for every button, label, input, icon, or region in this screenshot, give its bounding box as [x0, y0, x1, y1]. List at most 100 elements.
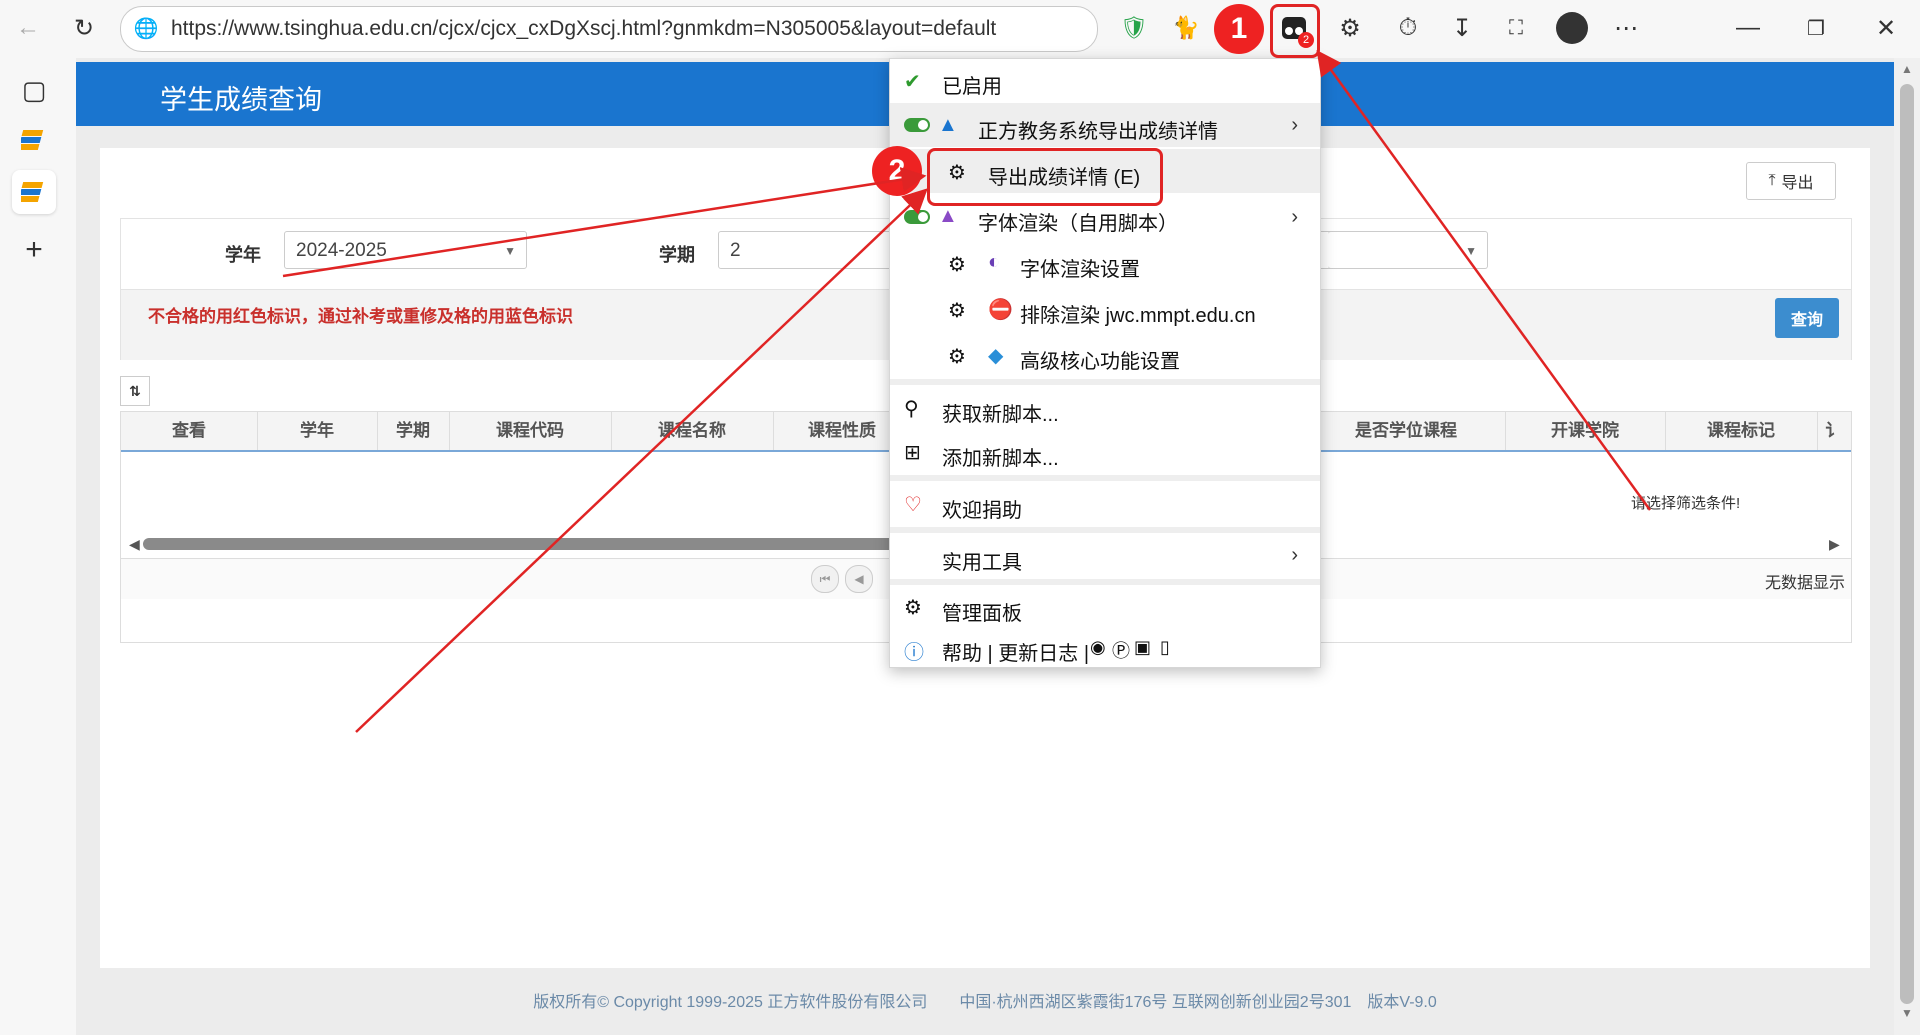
- vertical-scrollbar[interactable]: ▲ ▼: [1894, 58, 1920, 1035]
- cat-extension-icon[interactable]: 🐈: [1168, 10, 1204, 46]
- menu-item-font-settings[interactable]: ⚙ ◐ 字体渲染设置: [890, 241, 1320, 285]
- column-header[interactable]: 课程名称: [611, 412, 774, 450]
- chevron-right-icon: ›: [1291, 544, 1298, 566]
- app-icon-1[interactable]: [12, 118, 56, 162]
- scroll-down-icon[interactable]: ▼: [1901, 1006, 1913, 1020]
- toggle-on-icon[interactable]: [904, 118, 930, 132]
- menu-label: 排除渲染 jwc.mmpt.edu.cn: [1020, 305, 1256, 327]
- gear-icon: ⚙: [948, 346, 966, 368]
- chevron-right-icon: ›: [1291, 114, 1298, 136]
- menu-divider: [890, 475, 1320, 481]
- github-icon[interactable]: ◉: [1090, 637, 1106, 658]
- highlight-box-tampermonkey: [1270, 4, 1320, 58]
- scroll-up-icon[interactable]: ▲: [1901, 62, 1913, 76]
- prev-page-icon[interactable]: ◀: [845, 565, 873, 593]
- horizontal-scrollbar[interactable]: [143, 538, 903, 550]
- menu-item-script1[interactable]: ▲ 正方教务系统导出成绩详情 ›: [890, 103, 1320, 147]
- scroll-right-icon[interactable]: ▶: [1829, 536, 1840, 553]
- more-icon[interactable]: ⋯: [1608, 10, 1644, 46]
- menu-label: 已启用: [942, 76, 1002, 98]
- column-header[interactable]: 学期: [377, 412, 450, 450]
- menu-divider: [890, 527, 1320, 533]
- download-icon[interactable]: ↧: [1444, 10, 1480, 46]
- empty-message: 请选择筛选条件!: [1631, 495, 1741, 512]
- info-icon: ⓘ: [904, 642, 924, 664]
- history-icon[interactable]: ⏱: [1390, 10, 1426, 46]
- no-entry-icon: ⛔: [988, 299, 1013, 321]
- gear-icon: ⚙: [904, 597, 922, 619]
- column-header[interactable]: 课程标记: [1665, 412, 1818, 450]
- chevron-down-icon: ▼: [1465, 244, 1477, 258]
- menu-label: 添加新脚本...: [942, 448, 1059, 470]
- diamond-icon: ◆: [988, 345, 1004, 367]
- page-title: 学生成绩查询: [160, 85, 322, 115]
- menu-item-help[interactable]: ⓘ 帮助 | 更新日志 | ◉ Ⓟ ▣ ▯: [890, 629, 1320, 667]
- step-badge-2: 2: [872, 146, 922, 196]
- back-icon[interactable]: ←: [10, 10, 46, 46]
- menu-item-advanced[interactable]: ⚙ ◆ 高级核心功能设置: [890, 333, 1320, 377]
- menu-label: 字体渲染设置: [1020, 259, 1140, 281]
- no-data-text: 无数据显示: [1764, 575, 1845, 592]
- column-header[interactable]: 学年: [257, 412, 378, 450]
- highlight-box-export: [927, 148, 1163, 206]
- menu-divider: [890, 379, 1320, 385]
- menu-item-add-script[interactable]: ⊞ 添加新脚本...: [890, 431, 1320, 473]
- step-badge-1: 1: [1214, 4, 1264, 54]
- export-button[interactable]: ⤒ 导出: [1746, 162, 1836, 200]
- shield-icon[interactable]: 🛡: [1116, 10, 1152, 46]
- menu-item-dashboard[interactable]: ⚙ 管理面板: [890, 587, 1320, 627]
- sort-icon[interactable]: ⇅: [120, 376, 150, 406]
- menu-item-utilities[interactable]: 实用工具 ›: [890, 535, 1320, 577]
- app-glyph: [21, 182, 44, 202]
- column-header[interactable]: 查看: [121, 412, 258, 450]
- add-icon[interactable]: +: [12, 228, 56, 272]
- screenshot-icon[interactable]: ⛶: [1498, 10, 1534, 46]
- chevron-right-icon: ›: [1291, 206, 1298, 228]
- extensions-icon[interactable]: ⚙: [1332, 10, 1368, 46]
- menu-item-donate[interactable]: ♡ 欢迎捐助: [890, 483, 1320, 525]
- instagram-icon[interactable]: ▣: [1134, 637, 1151, 658]
- menu-divider: [890, 579, 1320, 585]
- menu-label: 正方教务系统导出成绩详情: [978, 121, 1218, 143]
- scroll-left-icon[interactable]: ◀: [129, 536, 140, 553]
- browser-toolbar: ← ↻ 🌐 https://www.tsinghua.edu.cn/cjcx/c…: [0, 0, 1920, 58]
- notice-text: 不合格的用红色标识，通过补考或重修及格的用蓝色标识: [148, 307, 573, 326]
- minimize-icon[interactable]: —: [1730, 10, 1766, 46]
- export-label: 导出: [1781, 175, 1814, 192]
- check-icon: ✔: [904, 71, 921, 93]
- restore-icon[interactable]: ❐: [1798, 10, 1834, 46]
- year-label: 学年: [225, 245, 261, 265]
- add-box-icon: ⊞: [904, 442, 921, 464]
- year-select[interactable]: 2024-2025 ▼: [284, 231, 527, 269]
- page-footer: 版权所有© Copyright 1999-2025 正方软件股份有限公司 中国·…: [533, 994, 1437, 1011]
- column-header[interactable]: 讠: [1817, 412, 1851, 450]
- facebook-icon[interactable]: Ⓟ: [1112, 637, 1130, 663]
- other-select[interactable]: ▼: [1328, 231, 1488, 269]
- close-icon[interactable]: ✕: [1868, 10, 1904, 46]
- browser-sidebar: ▢ +: [0, 58, 68, 1035]
- menu-item-enabled[interactable]: ✔ 已启用: [890, 59, 1320, 101]
- first-page-icon[interactable]: ⏮: [811, 565, 839, 593]
- column-header[interactable]: 课程代码: [449, 412, 612, 450]
- heart-icon: ♡: [904, 494, 922, 516]
- menu-item-get-scripts[interactable]: ⚲ 获取新脚本...: [890, 387, 1320, 429]
- term-label: 学期: [659, 245, 695, 265]
- phone-icon[interactable]: ▯: [1160, 637, 1170, 658]
- toggle-on-icon[interactable]: [904, 210, 930, 224]
- menu-item-exclude-render[interactable]: ⚙ ⛔ 排除渲染 jwc.mmpt.edu.cn: [890, 287, 1320, 331]
- tab-actions-icon[interactable]: ▢: [12, 68, 56, 112]
- app-icon-2[interactable]: [12, 170, 56, 214]
- menu-label: 获取新脚本...: [942, 404, 1059, 426]
- menu-label: 高级核心功能设置: [1020, 351, 1180, 373]
- menu-label: 欢迎捐助: [942, 500, 1022, 522]
- column-header[interactable]: 开课学院: [1505, 412, 1666, 450]
- column-header[interactable]: 是否学位课程: [1307, 412, 1506, 450]
- scroll-thumb[interactable]: [1900, 84, 1914, 1004]
- refresh-icon[interactable]: ↻: [66, 10, 102, 46]
- address-bar[interactable]: 🌐 https://www.tsinghua.edu.cn/cjcx/cjcx_…: [120, 6, 1098, 52]
- app-glyph: [21, 130, 44, 150]
- gear-icon: ⚙: [948, 300, 966, 322]
- query-button[interactable]: 查询: [1775, 298, 1839, 338]
- avatar[interactable]: [1554, 10, 1590, 46]
- half-moon-icon: ◐: [988, 251, 1001, 273]
